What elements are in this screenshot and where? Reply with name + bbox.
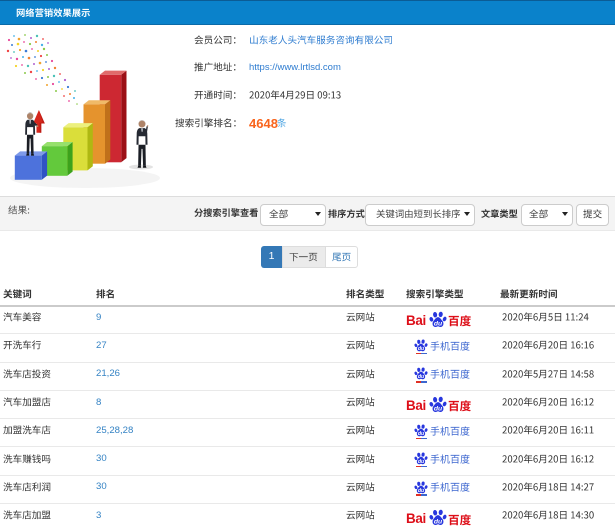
svg-text:du: du xyxy=(434,406,443,413)
svg-text:du: du xyxy=(417,459,424,465)
svg-text:du: du xyxy=(434,321,443,328)
svg-text:du: du xyxy=(417,431,424,437)
svg-text:du: du xyxy=(417,374,424,380)
svg-text:du: du xyxy=(417,488,424,494)
svg-text:du: du xyxy=(417,346,424,352)
